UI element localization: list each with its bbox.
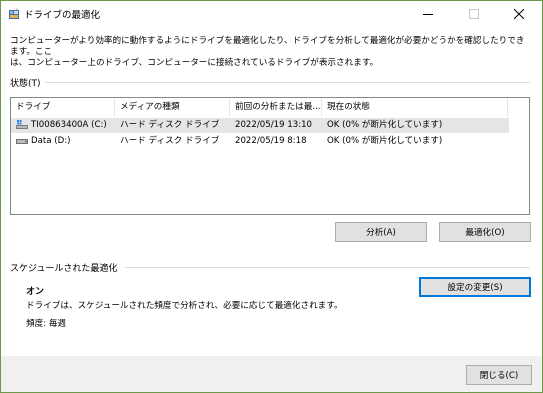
maximize-button[interactable] [451,1,497,27]
close-icon [514,9,524,19]
column-header-current-status[interactable]: 現在の状態 [322,98,508,116]
optimize-button[interactable]: 最適化(O) [439,222,531,242]
schedule-section-divider [125,267,530,268]
drive-name: Data (D:) [31,136,71,146]
schedule-section-label: スケジュールされた最適化 [10,264,118,274]
drive-list[interactable]: ドライブ メディアの種類 前回の分析または最... 現在の状態 TI008634… [10,97,530,215]
status-section-label: 状態(T) [10,79,41,89]
column-header-last-analyzed[interactable]: 前回の分析または最... [230,98,322,116]
drive-row-d[interactable]: Data (D:) ハード ディスク ドライブ 2022/05/19 8:18 … [11,134,509,149]
last-analyzed-cell: 2022/05/19 8:18 [235,136,307,146]
minimize-icon [423,14,433,15]
schedule-status: オン [26,287,45,297]
column-header-media-type[interactable]: メディアの種類 [115,98,230,116]
close-window-button[interactable] [496,1,542,27]
title-bar[interactable]: ドライブの最適化 [1,1,542,27]
last-analyzed-cell: 2022/05/19 13:10 [235,120,313,130]
status-section-divider [45,82,530,83]
schedule-frequency: 頻度: 毎週 [26,319,67,329]
drive-name: TI00863400A (C:) [31,120,107,130]
status-cell: OK (0% が断片化しています) [327,120,443,130]
drive-name-cell: TI00863400A (C:) [11,118,115,133]
intro-description: コンピューターがより効率的に動作するようにドライブを最適化したり、ドライブを分析… [10,36,525,68]
window-title: ドライブの最適化 [24,10,101,21]
defrag-app-icon [9,8,19,19]
media-type-cell: ハード ディスク ドライブ [120,120,220,130]
close-button[interactable]: 閉じる(C) [466,365,532,385]
maximize-icon [469,9,479,19]
drive-list-header: ドライブ メディアの種類 前回の分析または最... 現在の状態 [11,98,529,116]
dialog-footer: 閉じる(C) [1,356,542,392]
optimize-drives-window: ドライブの最適化 コンピューターがより効率的に動作するようにドライブを最適化した… [0,0,543,393]
column-header-drive[interactable]: ドライブ [11,98,115,116]
media-type-cell: ハード ディスク ドライブ [120,136,220,146]
windows-drive-icon [16,119,28,129]
drive-name-cell: Data (D:) [11,134,115,149]
schedule-description: ドライブは、スケジュールされた頻度で分析され、必要に応じて最適化されます。 [26,301,343,311]
drive-row-c[interactable]: TI00863400A (C:) ハード ディスク ドライブ 2022/05/1… [11,118,509,133]
analyze-button[interactable]: 分析(A) [335,222,427,242]
minimize-button[interactable] [405,1,451,27]
change-settings-button[interactable]: 設定の変更(S) [419,277,531,297]
hard-drive-icon [16,138,28,144]
status-cell: OK (0% が断片化しています) [327,136,443,146]
